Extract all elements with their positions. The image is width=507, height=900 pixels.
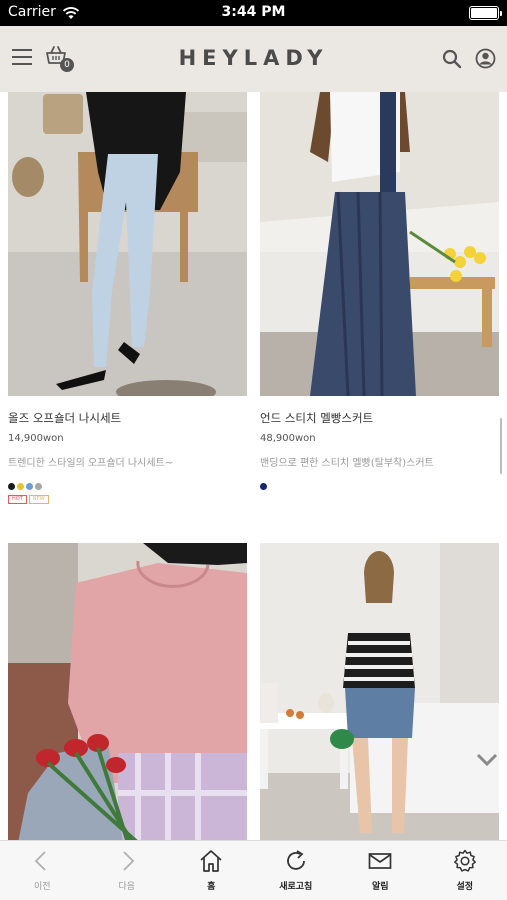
forward-button[interactable]: 다음	[85, 841, 170, 900]
color-swatch	[8, 483, 15, 490]
app-header: 0 HEYLADY	[0, 26, 507, 92]
refresh-button[interactable]: 새로고침	[254, 841, 339, 900]
hot-badge: HOT	[8, 495, 27, 504]
product-info: 언드 스티치 멜빵스커트 48,900won 밴딩으로 편한 스티치 멜빵(탈부…	[260, 410, 499, 490]
bottom-toolbar: 이전 다음 홈 새로고침 알림 설정	[0, 840, 507, 900]
color-swatch	[26, 483, 33, 490]
scroll-indicator[interactable]	[500, 418, 502, 474]
settings-button[interactable]: 설정	[423, 841, 507, 900]
product-name[interactable]: 올즈 오프숄더 나시세트	[8, 410, 247, 427]
product-description: 밴딩으로 편한 스티치 멜빵(탈부착)스커트	[260, 458, 434, 469]
chevron-left-icon	[34, 851, 46, 871]
search-icon[interactable]	[442, 49, 462, 73]
tab-label: 알림	[371, 882, 389, 892]
notifications-button[interactable]: 알림	[338, 841, 423, 900]
product-image[interactable]	[8, 543, 247, 840]
product-image[interactable]	[8, 92, 247, 396]
product-image[interactable]	[260, 543, 499, 840]
color-swatches	[260, 475, 499, 490]
chevron-down-icon[interactable]	[475, 752, 499, 772]
product-description: 트렌디한 스타일의 오프숄더 나시세트~	[8, 458, 174, 469]
tab-label: 홈	[207, 882, 216, 892]
status-bar: Carrier 3:44 PM	[0, 0, 507, 26]
new-badge: NEW	[28, 495, 49, 504]
mail-icon	[368, 853, 392, 869]
home-icon	[200, 850, 222, 872]
clock: 3:44 PM	[221, 4, 286, 20]
user-account-icon[interactable]	[475, 48, 496, 73]
tab-label: 이전	[33, 882, 51, 892]
brand-logo[interactable]: HEYLADY	[0, 46, 507, 70]
product-price: 14,900won	[8, 433, 64, 444]
refresh-icon	[286, 850, 305, 870]
tab-label: 새로고침	[279, 882, 313, 892]
product-badges: HOT NEW	[8, 495, 247, 505]
product-grid: 올즈 오프숄더 나시세트 14,900won 트렌디한 스타일의 오프숄더 나시…	[0, 92, 507, 840]
color-swatch	[260, 483, 267, 490]
color-swatches	[8, 475, 247, 490]
tab-label: 다음	[118, 882, 136, 892]
gear-icon	[453, 849, 476, 872]
battery-icon	[469, 6, 502, 20]
product-info: 올즈 오프숄더 나시세트 14,900won 트렌디한 스타일의 오프숄더 나시…	[8, 410, 247, 505]
color-swatch	[17, 483, 24, 490]
color-swatch	[35, 483, 42, 490]
home-button[interactable]: 홈	[169, 841, 254, 900]
product-name[interactable]: 언드 스티치 멜빵스커트	[260, 410, 499, 427]
product-image[interactable]	[260, 92, 499, 396]
tab-label: 설정	[456, 882, 474, 892]
product-price: 48,900won	[260, 433, 316, 444]
chevron-right-icon	[122, 851, 134, 871]
back-button[interactable]: 이전	[0, 841, 85, 900]
